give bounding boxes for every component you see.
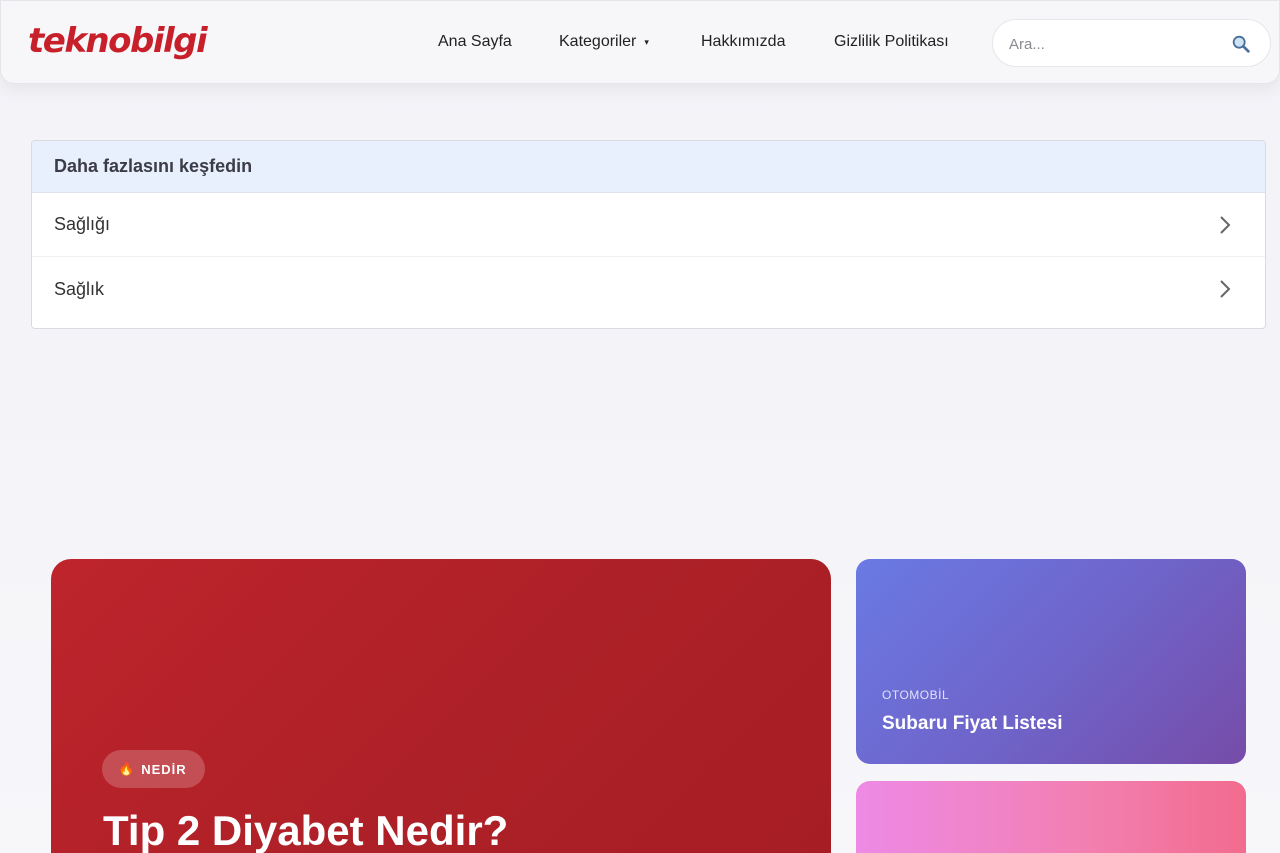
caret-down-icon: ▾: [644, 37, 649, 47]
nav-item-label: Kategoriler: [559, 33, 637, 51]
nav-item-label: Ana Sayfa: [438, 33, 512, 50]
explore-item[interactable]: Sağlık: [32, 257, 1265, 321]
featured-post-card[interactable]: 🔥 NEDİR Tip 2 Diyabet Nedir?: [51, 559, 831, 853]
search-box: [992, 19, 1271, 67]
explore-item[interactable]: Sağlığı: [32, 193, 1265, 257]
nav-item-about[interactable]: Hakkımızda: [701, 31, 785, 53]
category-badge[interactable]: 🔥 NEDİR: [102, 750, 205, 788]
post-category: OTOMOBİL: [882, 688, 950, 702]
featured-post-title[interactable]: Tip 2 Diyabet Nedir?: [103, 805, 508, 853]
nav-item-categories[interactable]: Kategoriler ▾: [559, 31, 649, 53]
explore-item-label: Sağlığı: [54, 214, 111, 234]
nav-item-label: Gizlilik Politikası: [834, 33, 949, 50]
side-post-card[interactable]: [856, 781, 1246, 853]
nav-item-privacy[interactable]: Gizlilik Politikası: [834, 31, 949, 53]
explore-more-title: Daha fazlasını keşfedin: [32, 141, 1265, 193]
search-input[interactable]: [1009, 32, 1219, 56]
explore-item-label: Sağlık: [54, 278, 105, 299]
chevron-right-icon: [1220, 280, 1231, 298]
explore-more-box: Daha fazlasını keşfedin Sağlığı Sağlık: [31, 140, 1266, 329]
chevron-right-icon: [1220, 215, 1231, 234]
post-title[interactable]: Subaru Fiyat Listesi: [882, 713, 1063, 735]
badge-label: NEDİR: [141, 761, 187, 777]
side-post-card[interactable]: OTOMOBİL Subaru Fiyat Listesi: [856, 559, 1246, 764]
nav-item-home[interactable]: Ana Sayfa: [438, 31, 512, 53]
nav-item-label: Hakkımızda: [701, 33, 786, 50]
site-logo[interactable]: teknobilgi: [28, 19, 208, 63]
site-header: teknobilgi Ana Sayfa Kategoriler ▾ Hakkım…: [0, 0, 1280, 84]
search-icon[interactable]: [1230, 33, 1252, 55]
fire-icon: 🔥: [118, 761, 136, 776]
